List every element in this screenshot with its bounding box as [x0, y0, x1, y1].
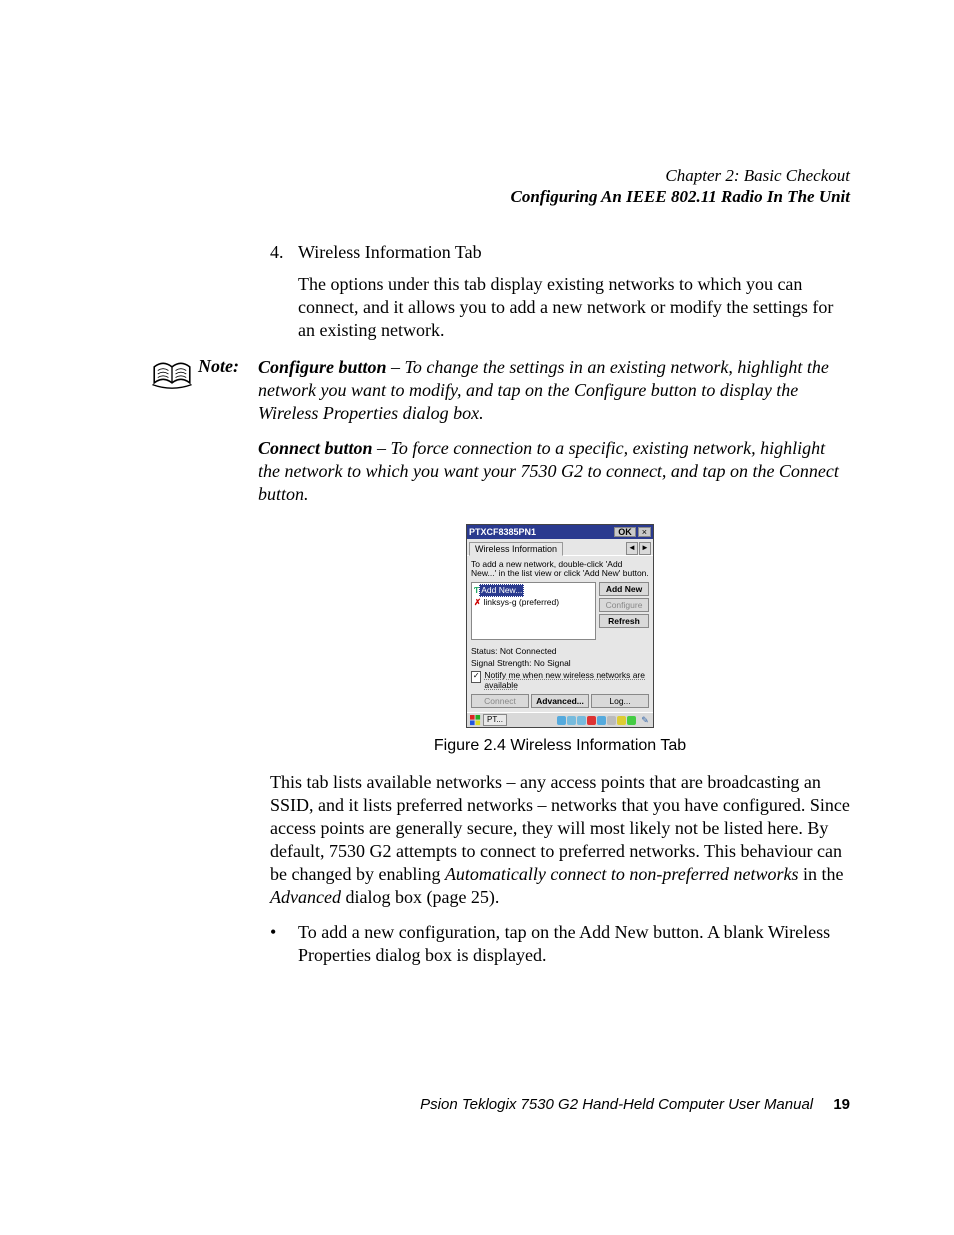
- notify-checkbox[interactable]: ✓: [471, 671, 481, 683]
- hint-text: To add a new network, double-click 'Add …: [471, 560, 649, 579]
- page-footer: Psion Teklogix 7530 G2 Hand-Held Compute…: [150, 1096, 850, 1113]
- tray-icon[interactable]: [597, 716, 606, 725]
- network-list[interactable]: ƬAdd New... ✗ linksys-g (preferred): [471, 582, 596, 640]
- sip-icon[interactable]: ✎: [639, 715, 651, 726]
- tray-icon[interactable]: [617, 716, 626, 725]
- header-section: Configuring An IEEE 802.11 Radio In The …: [150, 186, 850, 207]
- ok-button[interactable]: OK: [614, 527, 636, 537]
- list-item-linksys[interactable]: linksys-g (preferred): [483, 597, 559, 607]
- tray-icon[interactable]: [587, 716, 596, 725]
- close-button[interactable]: ×: [638, 527, 651, 537]
- notify-label: Notify me when new wireless networks are…: [484, 671, 649, 690]
- tab-row: Wireless Information ◄ ►: [467, 539, 653, 556]
- item4-paragraph: The options under this tab display exist…: [298, 273, 850, 342]
- taskbar-item[interactable]: PT...: [483, 714, 507, 726]
- refresh-button[interactable]: Refresh: [599, 614, 649, 628]
- footer-text: Psion Teklogix 7530 G2 Hand-Held Compute…: [420, 1096, 813, 1113]
- tray-icon[interactable]: [627, 716, 636, 725]
- paragraph-tab-description: This tab lists available networks – any …: [270, 771, 850, 909]
- figure-wrap: PTXCF8385PN1 OK × Wireless Information ◄…: [270, 524, 850, 731]
- tab-wireless-information[interactable]: Wireless Information: [469, 542, 563, 556]
- tab-scroll-left-icon[interactable]: ◄: [626, 542, 638, 555]
- tray-icon[interactable]: [557, 716, 566, 725]
- configure-button[interactable]: Configure: [599, 598, 649, 612]
- taskbar: PT... ✎: [467, 712, 653, 727]
- header-chapter: Chapter 2: Basic Checkout: [150, 165, 850, 186]
- page-number: 19: [833, 1096, 850, 1113]
- tray-icon[interactable]: [607, 716, 616, 725]
- tray-icon[interactable]: [567, 716, 576, 725]
- advanced-button[interactable]: Advanced...: [531, 694, 589, 708]
- add-new-button[interactable]: Add New: [599, 582, 649, 596]
- note-block: Note: Configure button – To change the s…: [150, 356, 850, 425]
- book-icon: [150, 356, 198, 395]
- figure-caption: Figure 2.4 Wireless Information Tab: [270, 737, 850, 755]
- list-number: 4.: [270, 242, 298, 263]
- bullet-add-new: • To add a new configuration, tap on the…: [270, 921, 850, 967]
- log-button[interactable]: Log...: [591, 694, 649, 708]
- status-text: Status: Not Connected: [471, 646, 649, 657]
- dialog-title: PTXCF8385PN1: [469, 527, 614, 537]
- tray-icon[interactable]: [577, 716, 586, 725]
- signal-text: Signal Strength: No Signal: [471, 658, 649, 669]
- note-label: Note:: [198, 356, 258, 377]
- screenshot-dialog: PTXCF8385PN1 OK × Wireless Information ◄…: [466, 524, 654, 728]
- note-connect-lead: Connect button: [258, 438, 373, 458]
- start-icon[interactable]: [469, 715, 481, 726]
- bullet-dot: •: [270, 921, 298, 967]
- list-item-add-new[interactable]: Add New...: [479, 584, 524, 597]
- list-title: Wireless Information Tab: [298, 242, 850, 263]
- page-header: Chapter 2: Basic Checkout Configuring An…: [150, 165, 850, 208]
- tab-scroll-right-icon[interactable]: ►: [639, 542, 651, 555]
- list-item-4: 4. Wireless Information Tab: [270, 242, 850, 263]
- dialog-titlebar: PTXCF8385PN1 OK ×: [467, 525, 653, 539]
- note-connect: Connect button – To force connection to …: [258, 437, 850, 506]
- system-tray: [556, 716, 637, 725]
- connect-button[interactable]: Connect: [471, 694, 529, 708]
- note-configure: Configure button – To change the setting…: [258, 356, 850, 425]
- note-configure-lead: Configure button: [258, 357, 387, 377]
